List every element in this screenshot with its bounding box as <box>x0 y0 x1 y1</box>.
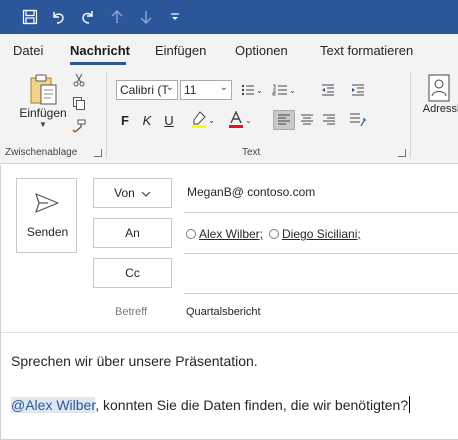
highlight-button[interactable]: ⌄ <box>190 109 216 131</box>
highlighter-icon <box>192 111 207 128</box>
field-divider <box>184 253 458 254</box>
customize-qat-icon[interactable] <box>165 7 185 27</box>
underline-button[interactable]: U <box>160 110 178 130</box>
chevron-down-icon: ⌄ <box>219 82 228 93</box>
chevron-down-icon <box>141 186 151 200</box>
text-group-label: Text <box>242 147 261 158</box>
message-body-line[interactable]: @Alex Wilber, konnten Sie die Daten find… <box>11 396 411 413</box>
body-divider <box>0 332 458 333</box>
up-arrow-icon[interactable] <box>107 7 127 27</box>
align-left-button[interactable] <box>273 110 295 130</box>
chevron-down-icon: ⌄ <box>165 82 174 93</box>
subject-label: Betreff <box>115 306 148 318</box>
down-arrow-icon[interactable] <box>136 7 156 27</box>
save-icon[interactable] <box>20 7 40 27</box>
presence-status-icon <box>186 229 196 239</box>
undo-icon[interactable] <box>48 7 68 27</box>
clipboard-group-label: Zwischenablage <box>5 147 78 158</box>
numbering-icon <box>272 84 288 96</box>
text-dialog-launcher-icon[interactable] <box>398 149 406 157</box>
address-book-button[interactable]: Adressbu <box>420 72 458 124</box>
ribbon-tabs: Datei Nachricht Einfügen Optionen Text f… <box>0 34 458 66</box>
align-right-icon <box>323 114 335 125</box>
group-divider <box>410 72 411 158</box>
font-size-value: 11 <box>184 83 197 97</box>
cut-icon[interactable] <box>70 71 88 89</box>
send-icon <box>35 193 59 213</box>
active-tab-indicator <box>70 62 126 65</box>
tab-nachricht[interactable]: Nachricht <box>70 43 130 58</box>
address-book-label: Adressbu <box>422 103 458 115</box>
decrease-indent-icon <box>322 84 334 96</box>
bullets-button[interactable]: ⌄ <box>240 80 264 100</box>
subject-field[interactable]: Quartalsbericht <box>186 306 261 318</box>
send-label: Senden <box>26 225 69 239</box>
format-painter-icon[interactable] <box>70 117 88 135</box>
font-name-combo[interactable]: Calibri (T ⌄ <box>116 80 178 100</box>
font-name-value: Calibri (T <box>120 83 169 97</box>
copy-icon[interactable] <box>70 94 88 112</box>
font-color-button[interactable]: ⌄ <box>227 109 253 131</box>
field-divider <box>184 293 458 294</box>
align-center-button[interactable] <box>297 110 317 130</box>
from-label: Von <box>114 186 135 200</box>
address-book-icon <box>428 74 450 102</box>
align-right-button[interactable] <box>319 110 339 130</box>
cc-field[interactable] <box>184 258 458 288</box>
clipboard-dialog-launcher-icon[interactable] <box>94 149 102 157</box>
text-effects-icon <box>350 113 366 127</box>
decrease-indent-button[interactable] <box>318 80 338 100</box>
to-button[interactable]: An <box>93 218 172 248</box>
align-center-icon <box>301 114 313 125</box>
quick-access-toolbar <box>0 0 458 34</box>
group-divider <box>106 72 107 158</box>
numbering-button[interactable]: ⌄ <box>270 80 298 100</box>
font-size-combo[interactable]: 11 ⌄ <box>180 80 232 100</box>
tab-einfuegen[interactable]: Einfügen <box>155 43 206 58</box>
redo-icon[interactable] <box>78 7 98 27</box>
text-cursor <box>409 396 411 413</box>
bold-button[interactable]: F <box>116 110 134 130</box>
italic-button[interactable]: K <box>138 110 156 130</box>
increase-indent-icon <box>352 84 364 96</box>
clipboard-paste-icon <box>30 74 57 105</box>
message-body-line[interactable]: Sprechen wir über unsere Präsentation. <box>11 353 258 369</box>
recipient-chip[interactable]: Alex Wilber; <box>199 227 263 241</box>
send-button[interactable]: Senden <box>16 178 77 253</box>
align-left-icon <box>278 114 290 125</box>
from-button[interactable]: Von <box>93 178 172 208</box>
increase-indent-button[interactable] <box>348 80 368 100</box>
recipient-chip[interactable]: Diego Siciliani; <box>282 227 361 241</box>
cc-button[interactable]: Cc <box>93 258 172 288</box>
mention-chip[interactable]: @Alex Wilber <box>11 397 96 413</box>
tab-text-formatieren[interactable]: Text formatieren <box>320 43 413 58</box>
paste-button[interactable]: Einfügen ▼ <box>18 70 68 136</box>
tab-optionen[interactable]: Optionen <box>235 43 288 58</box>
presence-status-icon <box>269 229 280 239</box>
field-divider <box>184 212 458 213</box>
paste-label: Einfügen <box>19 106 67 120</box>
from-address: MeganB@ contoso.com <box>187 185 316 199</box>
to-field[interactable]: Alex Wilber; Diego Siciliani; <box>186 227 361 241</box>
styles-button[interactable] <box>347 110 369 130</box>
tab-datei[interactable]: Datei <box>13 43 43 58</box>
chevron-down-icon: ▼ <box>39 120 47 129</box>
message-body-text: , konnten Sie die Daten finden, die wir … <box>95 397 409 413</box>
bullets-icon <box>241 84 255 96</box>
font-color-icon <box>229 111 244 128</box>
